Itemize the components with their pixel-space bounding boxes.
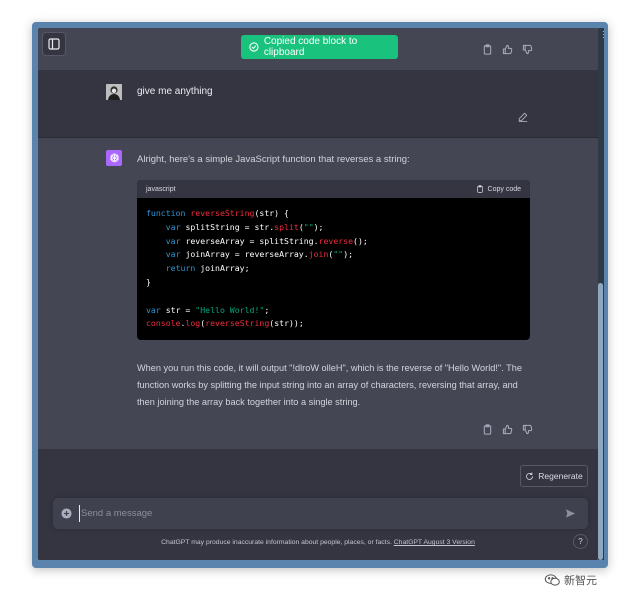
message-composer xyxy=(53,498,588,529)
previous-message-footer: Copied code block to clipboard xyxy=(38,28,598,70)
disclaimer: ChatGPT may produce inaccurate informati… xyxy=(38,539,598,546)
code-line: var splitString = str.split(""); xyxy=(146,221,521,235)
composer-area: Regenerate ChatGPT may produce inaccurat… xyxy=(38,449,598,560)
copy-code-label: Copy code xyxy=(487,185,521,193)
watermark: 新智元 xyxy=(544,572,597,588)
code-token: (str) { xyxy=(254,208,289,218)
regenerate-label: Regenerate xyxy=(538,471,583,481)
code-token: } xyxy=(146,276,151,287)
sidebar-toggle-icon xyxy=(48,38,60,50)
regenerate-button[interactable]: Regenerate xyxy=(520,465,588,487)
code-line: function reverseString(str) { xyxy=(146,207,521,221)
code-token: joinArray; xyxy=(200,263,250,274)
code-line: console.log(reverseString(str)); xyxy=(146,317,521,331)
code-token: "Hello World!" xyxy=(195,304,265,315)
thumbs-down-icon[interactable] xyxy=(522,44,533,55)
code-line: var joinArray = reverseArray.join(""); xyxy=(146,248,521,262)
code-line: return joinArray; xyxy=(146,262,521,276)
code-token: log xyxy=(185,318,201,329)
clipboard-icon[interactable] xyxy=(482,424,493,435)
previous-message-actions xyxy=(482,44,533,55)
code-token: var xyxy=(146,304,166,315)
code-token: (str)); xyxy=(269,318,304,329)
code-token: splitString = str. xyxy=(185,221,275,232)
plus-circle-icon[interactable] xyxy=(61,508,72,519)
assistant-avatar xyxy=(106,150,122,166)
user-message-text: give me anything xyxy=(137,86,213,97)
watermark-text: 新智元 xyxy=(564,575,597,587)
code-token: reverseString xyxy=(205,318,270,329)
clipboard-icon xyxy=(476,185,483,193)
code-language-label: javascript xyxy=(146,185,176,193)
send-icon[interactable] xyxy=(565,508,576,519)
code-token: "" xyxy=(333,249,344,260)
window-grip: · · · xyxy=(602,27,605,42)
code-token: joinArray = reverseArray. xyxy=(185,249,309,260)
toast-text: Copied code block to clipboard xyxy=(263,36,358,58)
openai-logo-icon xyxy=(109,152,119,162)
code-token: join xyxy=(308,249,329,260)
code-token: "" xyxy=(303,221,314,232)
code-token: ); xyxy=(343,249,354,260)
disclaimer-text: ChatGPT may produce inaccurate informati… xyxy=(161,539,394,546)
thumbs-down-icon[interactable] xyxy=(522,424,533,435)
code-token: (); xyxy=(353,235,368,246)
refresh-icon xyxy=(526,471,534,480)
code-token: var xyxy=(165,221,186,232)
assistant-explanation-text: When you run this code, it will output "… xyxy=(137,363,522,407)
user-avatar xyxy=(106,84,122,100)
version-link[interactable]: ChatGPT August 3 Version xyxy=(394,539,475,546)
user-message: give me anything xyxy=(38,70,598,138)
assistant-intro-text: Alright, here's a simple JavaScript func… xyxy=(137,154,410,165)
code-block-header: javascript Copy code xyxy=(137,180,530,198)
code-token: reverseString xyxy=(190,208,255,218)
clipboard-icon[interactable] xyxy=(482,44,493,55)
message-input[interactable] xyxy=(79,505,549,522)
copy-code-button[interactable]: Copy code xyxy=(476,185,521,193)
code-token: var xyxy=(165,249,186,260)
code-line: var str = "Hello World!"; xyxy=(146,304,521,318)
code-token: var xyxy=(165,235,186,246)
edit-icon[interactable] xyxy=(518,112,528,122)
code-token: str = xyxy=(165,304,196,315)
code-token: console xyxy=(146,318,181,329)
thumbs-up-icon[interactable] xyxy=(502,44,513,55)
thumbs-up-icon[interactable] xyxy=(502,424,513,435)
code-token: reverseArray = splitString. xyxy=(185,235,319,246)
wechat-icon xyxy=(544,574,560,586)
code-token: reverse xyxy=(318,235,354,246)
code-line: } xyxy=(146,276,521,290)
sidebar-toggle-button[interactable] xyxy=(42,32,66,56)
code-token: return xyxy=(165,263,201,274)
code-token: function xyxy=(146,208,191,218)
code-line: var reverseArray = splitString.reverse()… xyxy=(146,235,521,249)
code-content: function reverseString(str) { var splitS… xyxy=(137,198,530,340)
help-button[interactable]: ? xyxy=(573,534,588,549)
assistant-message: Alright, here's a simple JavaScript func… xyxy=(38,138,598,449)
assistant-message-actions xyxy=(482,424,533,435)
check-circle-icon xyxy=(249,42,259,52)
chatgpt-window: Copied code block to clipboard give me a… xyxy=(38,28,598,560)
code-block: javascript Copy code function reverseStr… xyxy=(137,180,530,340)
copied-toast: Copied code block to clipboard xyxy=(241,35,398,59)
code-token: ); xyxy=(313,221,324,232)
code-token: split xyxy=(274,221,299,232)
code-token: ; xyxy=(264,304,270,315)
scrollbar-thumb[interactable] xyxy=(598,283,603,560)
